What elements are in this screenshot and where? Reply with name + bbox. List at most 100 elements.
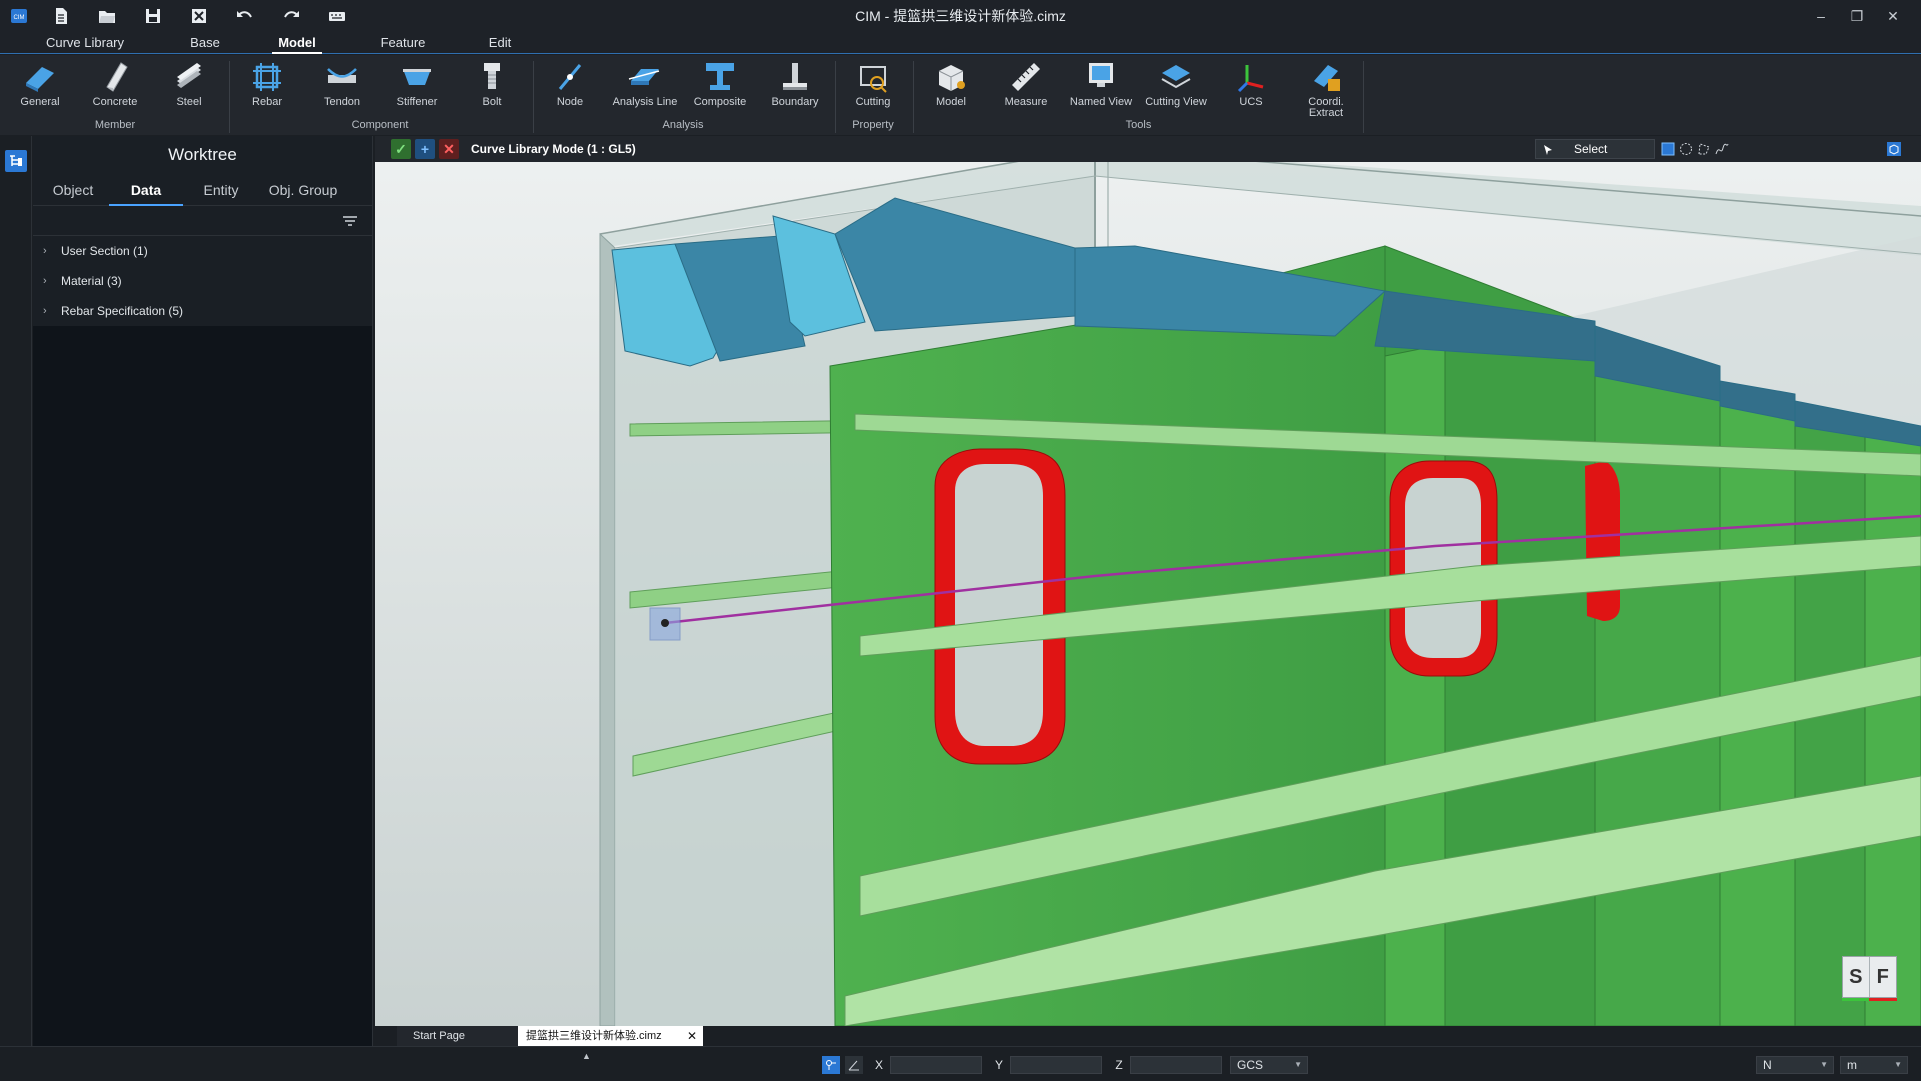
- named-view-button[interactable]: Named View: [1066, 59, 1136, 121]
- cancel-icon[interactable]: ✕: [439, 139, 459, 159]
- bolt-button[interactable]: Bolt: [457, 59, 527, 121]
- restore-icon[interactable]: ❐: [1838, 0, 1876, 32]
- minimize-icon[interactable]: –: [1802, 0, 1840, 32]
- status-bar: ▲ X Y Z GCS ▼ N ▼ m ▼: [0, 1046, 1921, 1081]
- line-select-icon[interactable]: [1713, 139, 1731, 159]
- rebar-icon: [253, 63, 281, 91]
- worktree-filter-bar: [33, 206, 372, 236]
- doc-tab-model-file[interactable]: 提篮拱三维设计新体验.cimz ✕: [518, 1026, 703, 1046]
- add-icon[interactable]: +: [415, 139, 435, 159]
- general-button[interactable]: General: [5, 59, 75, 121]
- tab-data[interactable]: Data: [109, 174, 183, 206]
- tree-item-user-section[interactable]: › User Section (1): [33, 236, 372, 266]
- y-coord-field[interactable]: [1010, 1056, 1102, 1074]
- tab-curve-library[interactable]: Curve Library: [30, 32, 140, 54]
- polygon-select-icon[interactable]: [1695, 139, 1713, 159]
- force-unit-select[interactable]: N ▼: [1756, 1056, 1834, 1074]
- select-mode-dropdown[interactable]: Select: [1535, 139, 1655, 159]
- chevron-down-icon: ▼: [1894, 1060, 1902, 1069]
- close-icon[interactable]: ✕: [1874, 0, 1912, 32]
- measure-icon: [1012, 63, 1040, 91]
- tree-item-material[interactable]: › Material (3): [33, 266, 372, 296]
- stiffener-button[interactable]: Stiffener: [382, 59, 452, 121]
- view-cube-face-f[interactable]: F: [1870, 957, 1896, 997]
- worktree-toggle-icon[interactable]: [5, 150, 27, 172]
- ucs-button[interactable]: UCS: [1216, 59, 1286, 121]
- undo-icon[interactable]: [222, 0, 268, 32]
- shell-left-wall: [599, 232, 616, 1026]
- view-cube-face-s[interactable]: S: [1843, 957, 1870, 997]
- tendon-button[interactable]: Tendon: [307, 59, 377, 121]
- steel-icon: [177, 63, 201, 88]
- measure-button[interactable]: Measure: [991, 59, 1061, 121]
- boundary-button[interactable]: Boundary: [760, 59, 830, 121]
- chevron-right-icon[interactable]: ›: [43, 266, 47, 296]
- 3d-viewport[interactable]: S F: [375, 136, 1921, 1026]
- composite-button[interactable]: Composite: [685, 59, 755, 121]
- viewport-toolbar: ✓ + ✕ Curve Library Mode (1 : GL5) Selec…: [375, 136, 1921, 162]
- view-cube-toggle-icon[interactable]: [1885, 139, 1903, 159]
- group-member: Member: [94, 119, 136, 131]
- sort-icon[interactable]: [342, 213, 358, 229]
- keyboard-icon[interactable]: [314, 0, 360, 32]
- tab-model[interactable]: Model: [272, 32, 322, 54]
- angle-icon[interactable]: [845, 1056, 863, 1074]
- coord-system-select[interactable]: GCS ▼: [1230, 1056, 1308, 1074]
- box-select-icon[interactable]: [1659, 139, 1677, 159]
- cutting-view-button[interactable]: Cutting View: [1141, 59, 1211, 121]
- model-button[interactable]: Model: [916, 59, 986, 121]
- chevron-down-icon: ▼: [1820, 1060, 1828, 1069]
- chevron-right-icon[interactable]: ›: [43, 296, 47, 326]
- view-cube[interactable]: S F: [1842, 956, 1897, 998]
- node-point[interactable]: [661, 619, 669, 627]
- cutting-button[interactable]: Cutting: [838, 59, 908, 121]
- close-file-icon[interactable]: [176, 0, 222, 32]
- z-coord-label: Z: [1115, 1058, 1123, 1072]
- application-window: CIM CIM - 提篮拱三维设计新体验.cimz – ❐ ✕ Curve Li…: [0, 0, 1921, 1081]
- new-file-icon[interactable]: [38, 0, 84, 32]
- save-icon[interactable]: [130, 0, 176, 32]
- mode-label: Curve Library Mode (1 : GL5): [471, 142, 636, 156]
- panel-collapse-icon[interactable]: ▲: [582, 1051, 591, 1061]
- concrete-button[interactable]: Concrete: [80, 59, 150, 121]
- app-logo-icon[interactable]: CIM: [0, 0, 38, 32]
- length-unit-select[interactable]: m ▼: [1840, 1056, 1908, 1074]
- x-coord-label: X: [874, 1058, 883, 1072]
- node-icon: [558, 64, 582, 90]
- stiffener-icon: [403, 69, 431, 85]
- web-plate: [1594, 325, 1721, 1026]
- general-member-icon: [26, 67, 54, 92]
- group-property: Property: [852, 119, 894, 131]
- tab-object[interactable]: Object: [37, 174, 109, 206]
- chevron-right-icon[interactable]: ›: [43, 236, 47, 266]
- tab-entity[interactable]: Entity: [183, 174, 259, 206]
- close-tab-icon[interactable]: ✕: [687, 1026, 697, 1046]
- snap-icon[interactable]: [822, 1056, 840, 1074]
- left-panel-strip: [0, 136, 32, 1046]
- circle-select-icon[interactable]: [1677, 139, 1695, 159]
- tab-edit[interactable]: Edit: [475, 32, 525, 54]
- tab-base[interactable]: Base: [175, 32, 235, 54]
- tab-obj-group[interactable]: Obj. Group: [259, 174, 347, 206]
- redo-icon[interactable]: [268, 0, 314, 32]
- doc-tab-start-page[interactable]: Start Page ✕: [397, 1026, 537, 1046]
- menu-tab-bar: Curve Library Base Model Feature Edit: [0, 32, 1921, 54]
- rebar-button[interactable]: Rebar: [232, 59, 302, 121]
- ucs-icon: [1237, 65, 1264, 93]
- tendon-icon: [327, 68, 357, 83]
- coordinate-extract-button[interactable]: Coordi. Extract: [1291, 59, 1361, 121]
- analysis-line-button[interactable]: Analysis Line: [610, 59, 680, 121]
- confirm-icon[interactable]: ✓: [391, 139, 411, 159]
- x-coord-field[interactable]: [890, 1056, 982, 1074]
- svg-text:CIM: CIM: [14, 15, 25, 21]
- model-scene[interactable]: [375, 136, 1921, 1026]
- concrete-icon: [106, 62, 128, 92]
- tree-item-rebar-specification[interactable]: › Rebar Specification (5): [33, 296, 372, 326]
- node-button[interactable]: Node: [535, 59, 605, 121]
- steel-button[interactable]: Steel: [154, 59, 224, 121]
- open-folder-icon[interactable]: [84, 0, 130, 32]
- z-coord-field[interactable]: [1130, 1056, 1222, 1074]
- tab-feature[interactable]: Feature: [370, 32, 436, 54]
- chevron-down-icon: ▼: [1294, 1060, 1302, 1069]
- document-tab-bar: Start Page ✕ 提篮拱三维设计新体验.cimz ✕: [375, 1026, 1921, 1046]
